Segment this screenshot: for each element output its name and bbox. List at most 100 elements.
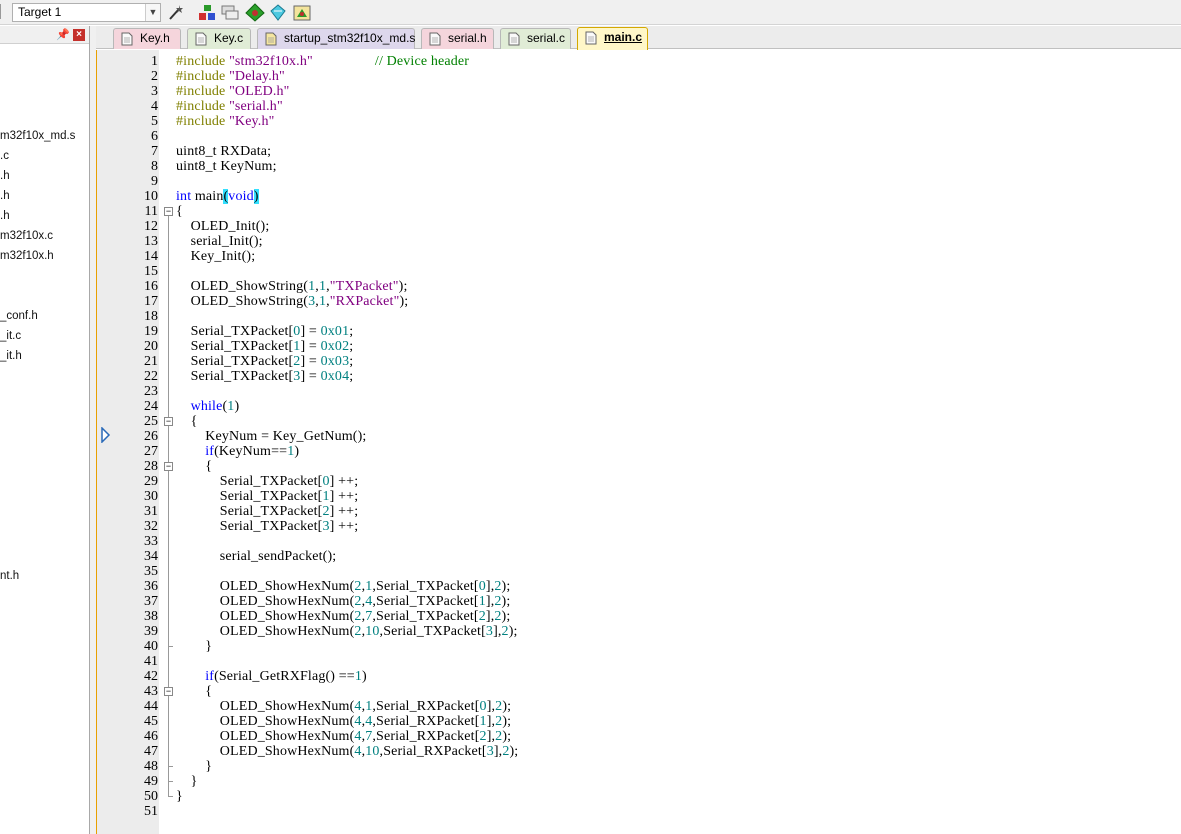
project-tree-item[interactable]: m32f10x_md.s [0,130,75,142]
code-token: 3 [322,519,330,534]
code-token: ); [508,624,518,639]
target-select[interactable]: Target 1 ▼ [12,3,161,22]
code-line[interactable]: } [176,759,212,774]
project-tree-item[interactable]: _it.c [0,330,21,342]
code-line[interactable]: Serial_TXPacket[3] ++; [176,519,358,534]
code-line[interactable]: int main(void) [176,189,259,204]
project-tree-item[interactable]: nt.h [0,570,19,582]
multi-project-icon[interactable] [220,3,240,22]
line-number: 4 [151,99,158,114]
line-number: 9 [151,174,158,189]
line-number: 40 [144,639,158,654]
load-icon[interactable] [197,3,217,22]
tab-startup-stm32f10x-md-s[interactable]: startup_stm32f10x_md.s [257,28,415,49]
tab-main-c[interactable]: main.c [577,27,648,50]
line-number: 24 [144,399,158,414]
code-line[interactable]: #include "OLED.h" [176,84,290,99]
code-line[interactable]: while(1) [176,399,240,414]
fold-toggle[interactable]: − [164,417,173,426]
code-line[interactable]: OLED_ShowHexNum(4,7,Serial_RXPacket[2],2… [176,729,511,744]
code-line[interactable]: Serial_TXPacket[1] ++; [176,489,358,504]
code-line[interactable]: OLED_ShowHexNum(4,1,Serial_RXPacket[0],2… [176,699,511,714]
code-line[interactable]: KeyNum = Key_GetNum(); [176,429,366,444]
code-line[interactable]: { [176,459,212,474]
code-line[interactable]: { [176,204,183,219]
code-token: ,Serial_RXPacket[ [379,744,487,759]
fold-end [168,646,173,647]
tab-serial-h[interactable]: serial.h [421,28,494,49]
code-line[interactable]: OLED_Init(); [176,219,270,234]
tab-serial-c[interactable]: serial.c [500,28,571,49]
code-line[interactable]: uint8_t KeyNum; [176,159,277,174]
code-line[interactable]: { [176,414,198,429]
code-line[interactable]: OLED_ShowHexNum(4,10,Serial_RXPacket[3],… [176,744,518,759]
code-token: ], [486,729,496,744]
code-line[interactable]: #include "stm32f10x.h" // Device header [176,54,469,69]
code-token: { [176,459,213,474]
line-number: 18 [144,309,158,324]
code-token: OLED_ShowHexNum( [176,729,355,744]
code-line[interactable]: OLED_ShowHexNum(2,4,Serial_TXPacket[1],2… [176,594,510,609]
close-icon[interactable]: × [73,29,85,41]
tab-key-h[interactable]: Key.h [113,28,181,49]
line-number: 35 [144,564,158,579]
code-line[interactable]: uint8_t RXData; [176,144,271,159]
chevron-down-icon[interactable]: ▼ [145,4,160,21]
code-line[interactable]: OLED_ShowHexNum(2,7,Serial_TXPacket[2],2… [176,609,510,624]
code-line[interactable]: #include "Key.h" [176,114,274,129]
code-line[interactable]: OLED_ShowHexNum(2,1,Serial_TXPacket[0],2… [176,579,510,594]
code-token: "Key.h" [229,114,275,129]
code-line[interactable]: serial_Init(); [176,234,263,249]
code-line[interactable]: #include "Delay.h" [176,69,285,84]
select-packs-icon[interactable] [268,3,288,22]
code-line[interactable]: OLED_ShowHexNum(4,4,Serial_RXPacket[1],2… [176,714,511,729]
code-line[interactable]: Serial_TXPacket[1] = 0x02; [176,339,354,354]
code-token: ); [501,579,511,594]
code-line[interactable]: OLED_ShowString(1,1,"TXPacket"); [176,279,408,294]
code-line[interactable]: Serial_TXPacket[3] = 0x04; [176,369,354,384]
code-line[interactable]: if(KeyNum==1) [176,444,299,459]
project-tree-item[interactable]: .h [0,190,10,202]
project-tree-item[interactable]: .h [0,210,10,222]
code-line[interactable]: Key_Init(); [176,249,255,264]
code-line[interactable]: OLED_ShowHexNum(2,10,Serial_TXPacket[3],… [176,624,518,639]
code-token: 0 [479,699,487,714]
project-tree-item[interactable]: m32f10x.h [0,250,54,262]
code-token: ) [253,189,259,204]
code-token: ], [486,714,496,729]
code-line[interactable]: serial_sendPacket(); [176,549,336,564]
line-number: 37 [144,594,158,609]
wand-icon[interactable] [166,3,186,22]
code-line[interactable]: Serial_TXPacket[0] ++; [176,474,358,489]
code-line[interactable]: Serial_TXPacket[2] ++; [176,504,358,519]
file-icon [585,31,597,45]
project-tree-item[interactable]: m32f10x.c [0,230,53,242]
fold-toggle[interactable]: − [164,462,173,471]
code-token: 2 [494,609,502,624]
code-editor[interactable]: 1 2 3 4 5 6 7 8 9 10 11 12 13 14 15 16 17 18 19 20 21 22 23 24 2… [96,50,1181,834]
code-token: OLED_ShowHexNum( [176,714,355,729]
code-line[interactable]: Serial_TXPacket[0] = 0x01; [176,324,354,339]
pin-icon[interactable]: 📌 [56,28,70,41]
project-tree-item[interactable]: .h [0,170,10,182]
code-line[interactable]: } [176,639,212,654]
project-tree-item[interactable]: _conf.h [0,310,38,322]
fold-toggle[interactable]: − [164,687,173,696]
fold-toggle[interactable]: − [164,207,173,216]
code-line[interactable]: #include "serial.h" [176,99,283,114]
code-token: 0x03 [320,354,350,369]
manage-components-icon[interactable] [245,3,265,22]
code-token: if [176,669,215,684]
project-tree-item[interactable]: _it.h [0,350,22,362]
project-tree-item[interactable]: .c [0,150,9,162]
code-line[interactable]: if(Serial_GetRXFlag() ==1) [176,669,367,684]
runtime-env-icon[interactable] [292,3,312,22]
code-line[interactable]: OLED_ShowString(3,1,"RXPacket"); [176,294,409,309]
code-line[interactable]: { [176,684,212,699]
tab-key-c[interactable]: Key.c [187,28,251,49]
code-token: ; [349,354,354,369]
code-line[interactable]: } [176,789,183,804]
code-token: 2 [501,624,509,639]
code-line[interactable]: } [176,774,198,789]
code-line[interactable]: Serial_TXPacket[2] = 0x03; [176,354,354,369]
